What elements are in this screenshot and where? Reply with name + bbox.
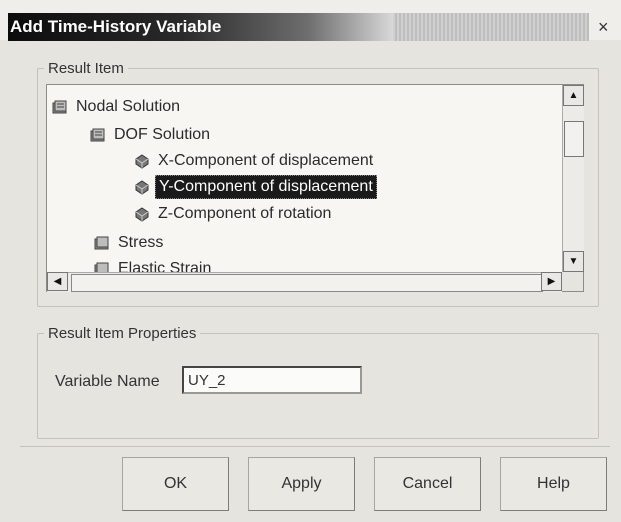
apply-button[interactable]: Apply xyxy=(248,457,355,511)
scroll-left-icon[interactable]: ◀ xyxy=(47,272,68,291)
tree-node-z-rotation[interactable]: Z-Component of rotation xyxy=(133,202,334,226)
item-icon xyxy=(135,207,149,222)
tree-node-dof-solution[interactable]: DOF Solution xyxy=(89,123,213,147)
result-item-properties-legend: Result Item Properties xyxy=(48,325,197,342)
item-icon xyxy=(135,180,149,195)
tree-node-label: DOF Solution xyxy=(114,125,211,143)
horizontal-scrollbar[interactable]: ◀ ▶ xyxy=(47,272,562,292)
title-bar: Add Time-History Variable × xyxy=(0,0,621,41)
item-icon xyxy=(135,154,149,169)
folder-icon xyxy=(94,236,109,250)
tree-node-label: Z-Component of rotation xyxy=(158,204,332,222)
tree-node-stress[interactable]: Stress xyxy=(93,231,166,255)
variable-name-label: Variable Name xyxy=(55,373,160,390)
ok-button[interactable]: OK xyxy=(122,457,229,511)
button-separator xyxy=(20,446,610,447)
result-tree[interactable]: Nodal Solution DOF Solution X-Component … xyxy=(46,84,584,292)
help-button[interactable]: Help xyxy=(500,457,607,511)
tree-node-elastic-strain[interactable]: Elastic Strain xyxy=(93,257,214,272)
vertical-scroll-thumb[interactable] xyxy=(564,121,584,157)
tree-node-nodal-solution[interactable]: Nodal Solution xyxy=(51,95,183,119)
result-item-legend: Result Item xyxy=(48,60,124,77)
title-bar-pattern xyxy=(393,13,589,41)
folder-icon xyxy=(52,100,67,114)
tree-node-x-displacement[interactable]: X-Component of displacement xyxy=(133,149,376,173)
tree-viewport: Nodal Solution DOF Solution X-Component … xyxy=(47,85,562,272)
folder-icon xyxy=(90,128,105,142)
scrollbar-corner xyxy=(562,272,583,291)
tree-node-label: Nodal Solution xyxy=(76,97,181,115)
cancel-button[interactable]: Cancel xyxy=(374,457,481,511)
tree-node-label: Stress xyxy=(118,233,164,251)
scroll-right-icon[interactable]: ▶ xyxy=(541,272,562,291)
close-icon[interactable]: × xyxy=(598,16,609,38)
tree-node-y-displacement[interactable]: Y-Component of displacement xyxy=(133,175,377,199)
window-title: Add Time-History Variable xyxy=(10,17,222,36)
folder-icon xyxy=(94,262,109,272)
horizontal-scroll-thumb[interactable] xyxy=(71,274,543,292)
tree-node-label: Elastic Strain xyxy=(118,259,212,272)
vertical-scrollbar[interactable]: ▲ ▼ xyxy=(562,85,584,272)
variable-name-input[interactable] xyxy=(182,366,362,394)
tree-node-label: Y-Component of displacement xyxy=(155,175,377,199)
scroll-down-icon[interactable]: ▼ xyxy=(563,251,584,272)
scroll-up-icon[interactable]: ▲ xyxy=(563,85,584,106)
tree-node-label: X-Component of displacement xyxy=(158,151,374,169)
